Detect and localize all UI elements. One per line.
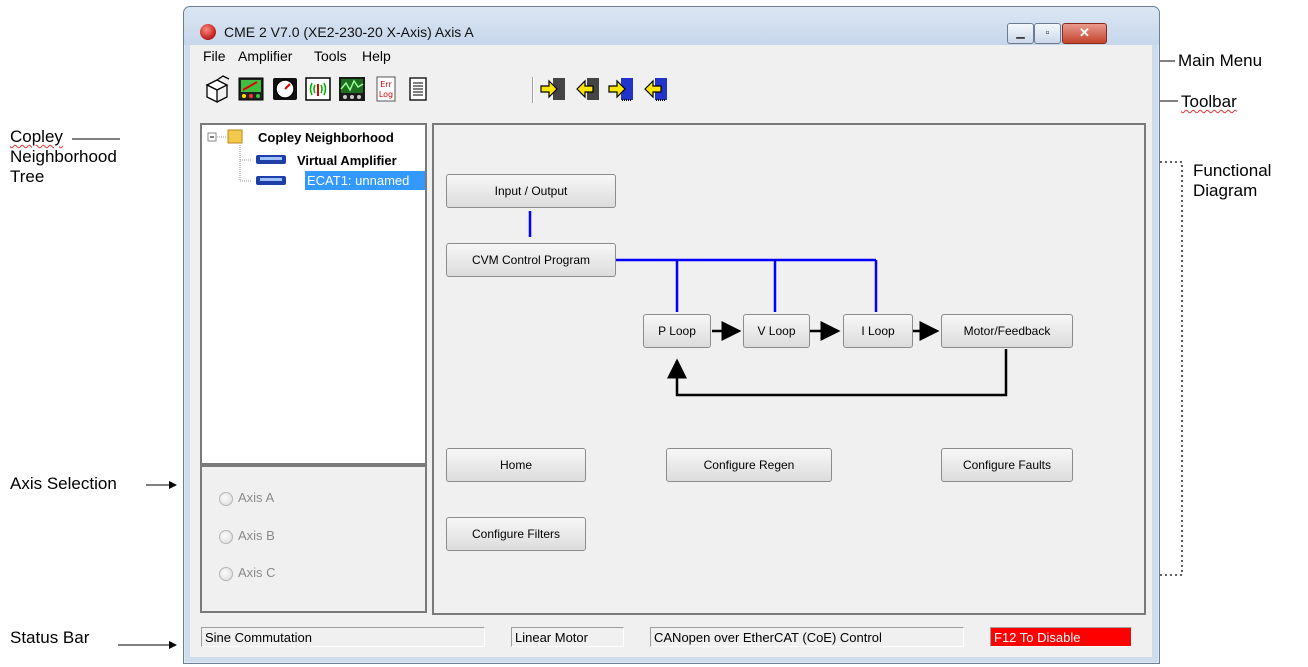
status-control-mode: CANopen over EtherCAT (CoE) Control xyxy=(650,627,964,647)
window-title: CME 2 V7.0 (XE2-230-20 X-Axis) Axis A xyxy=(224,24,474,40)
motor-feedback-button[interactable]: Motor/Feedback xyxy=(941,314,1073,348)
axis-b-label: Axis B xyxy=(238,528,275,543)
gauge-icon[interactable] xyxy=(271,75,299,103)
maximize-icon: ▫ xyxy=(1045,27,1050,39)
close-icon: ✕ xyxy=(1079,25,1090,40)
maximize-button[interactable]: ▫ xyxy=(1034,23,1061,44)
signal-icon[interactable] xyxy=(304,75,332,103)
axis-b-radio[interactable] xyxy=(219,530,233,544)
menu-amplifier[interactable]: Amplifier xyxy=(238,48,292,64)
cvm-control-program-button[interactable]: CVM Control Program xyxy=(446,243,616,277)
upload-icon[interactable] xyxy=(641,75,669,103)
tree-root-label[interactable]: Copley Neighborhood xyxy=(258,130,394,145)
axis-c-label: Axis C xyxy=(238,565,276,580)
axis-a-label: Axis A xyxy=(238,490,275,505)
v-loop-button[interactable]: V Loop xyxy=(743,314,810,348)
status-motor-type: Linear Motor xyxy=(511,627,624,647)
error-log-icon[interactable]: Err Log xyxy=(372,75,400,103)
menu-bar: File Amplifier Tools Help xyxy=(190,45,1152,67)
tree-item-ecat1[interactable]: ECAT1: unnamed xyxy=(305,171,425,190)
error-log-err-text: Err xyxy=(380,80,392,89)
close-button[interactable]: ✕ xyxy=(1062,23,1107,44)
functional-diagram-pane: Input / Output CVM Control Program P Loo… xyxy=(432,123,1146,615)
p-loop-button[interactable]: P Loop xyxy=(643,314,711,348)
app-window: CME 2 V7.0 (XE2-230-20 X-Axis) Axis A ▁ … xyxy=(183,6,1160,664)
configure-filters-button[interactable]: Configure Filters xyxy=(446,517,586,551)
menu-file[interactable]: File xyxy=(203,48,226,64)
neighborhood-tree[interactable]: Copley Neighborhood Virtual Amplifier EC… xyxy=(200,123,427,465)
tree-item-virtual-amplifier[interactable]: Virtual Amplifier xyxy=(297,153,397,168)
error-log-log-text: Log xyxy=(379,90,393,99)
meter-icon[interactable] xyxy=(237,75,265,103)
axis-c-radio[interactable] xyxy=(219,567,233,581)
axis-a-radio[interactable] xyxy=(219,492,233,506)
i-loop-button[interactable]: I Loop xyxy=(843,314,913,348)
configure-faults-button[interactable]: Configure Faults xyxy=(941,448,1073,482)
menu-tools[interactable]: Tools xyxy=(314,48,347,64)
status-f12-disable[interactable]: F12 To Disable xyxy=(990,627,1132,647)
home-button[interactable]: Home xyxy=(446,448,586,482)
document-icon[interactable] xyxy=(404,75,432,103)
download-icon[interactable] xyxy=(607,75,635,103)
menu-help[interactable]: Help xyxy=(362,48,391,64)
toolbar: Err Log xyxy=(190,69,1152,109)
export-icon[interactable] xyxy=(539,75,567,103)
input-output-button[interactable]: Input / Output xyxy=(446,174,616,208)
client-area: File Amplifier Tools Help Err Log Copley… xyxy=(190,45,1152,657)
configure-regen-button[interactable]: Configure Regen xyxy=(666,448,832,482)
app-logo-icon xyxy=(200,24,216,40)
axis-selection-panel: Axis A Axis B Axis C xyxy=(200,465,427,613)
minimize-button[interactable]: ▁ xyxy=(1007,23,1034,44)
scope-icon[interactable] xyxy=(338,75,366,103)
import-icon[interactable] xyxy=(573,75,601,103)
open-icon[interactable] xyxy=(203,75,231,103)
status-commutation: Sine Commutation xyxy=(201,627,485,647)
minimize-icon: ▁ xyxy=(1016,27,1025,39)
toolbar-separator xyxy=(532,77,534,103)
title-bar[interactable]: CME 2 V7.0 (XE2-230-20 X-Axis) Axis A ▁ … xyxy=(184,7,1159,45)
folder-icon xyxy=(227,129,243,144)
